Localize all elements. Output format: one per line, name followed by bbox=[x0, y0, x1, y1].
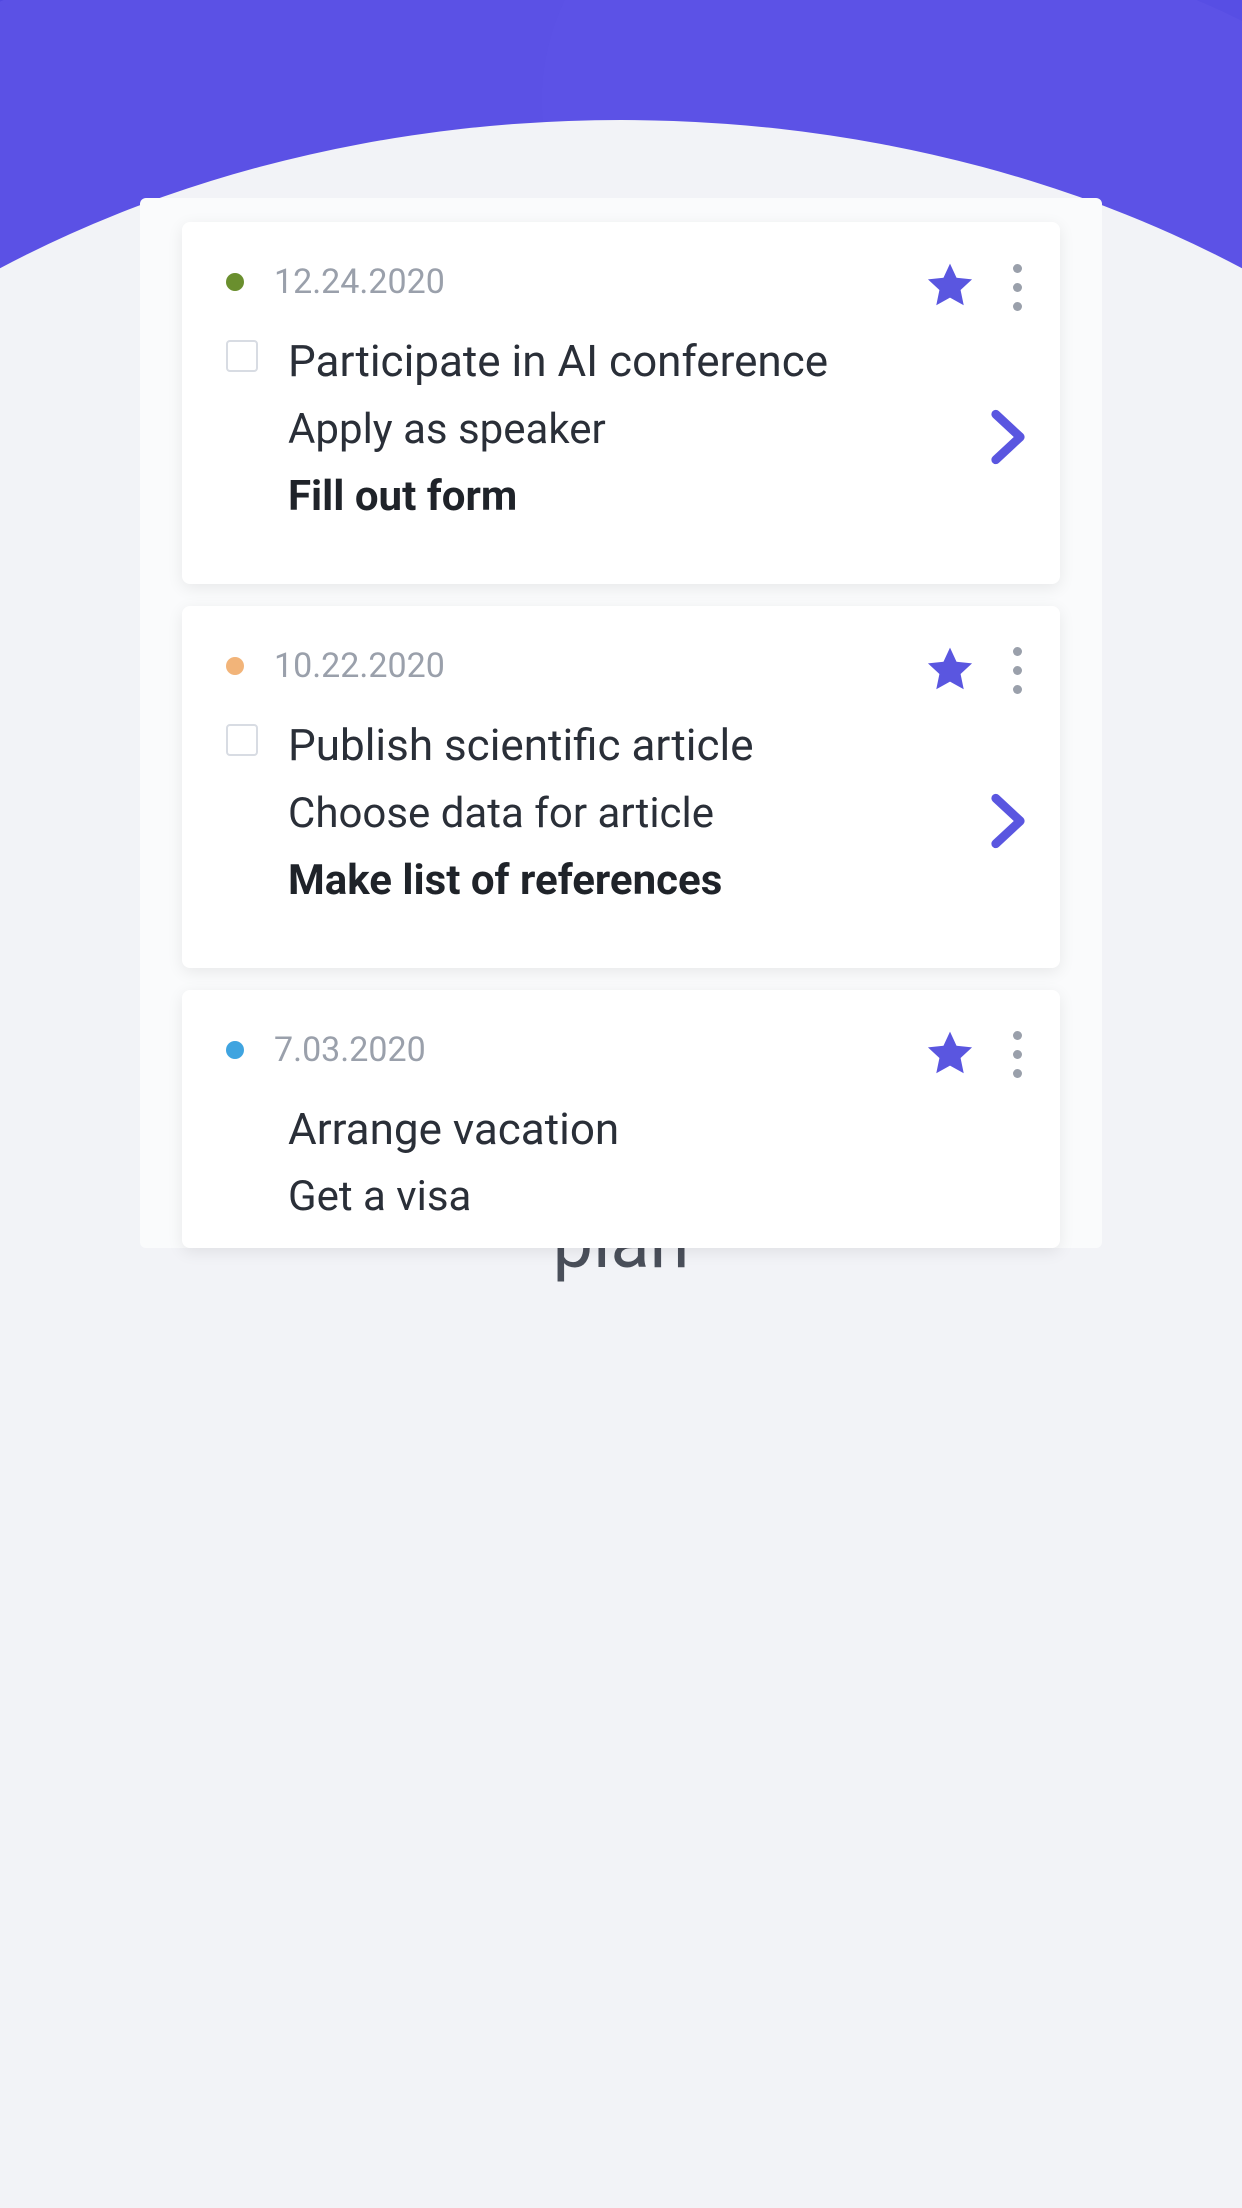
card-date: 10.22.2020 bbox=[274, 646, 445, 686]
task-title: Publish scientific article bbox=[288, 714, 1016, 778]
task-card[interactable]: 7.03.2020 Arrange vacation Get a visa bbox=[182, 990, 1060, 1249]
card-actions bbox=[923, 1026, 1030, 1084]
card-actions bbox=[923, 258, 1030, 316]
card-header: 10.22.2020 bbox=[226, 646, 1016, 686]
task-action: Fill out form bbox=[288, 465, 1016, 528]
task-card-list: 12.24.2020 Participate in AI conference … bbox=[140, 198, 1102, 1248]
more-vertical-icon[interactable] bbox=[1005, 1031, 1030, 1078]
task-action: Make list of references bbox=[288, 849, 1016, 912]
task-row: Arrange vacation Get a visa bbox=[226, 1098, 1016, 1229]
star-icon[interactable] bbox=[923, 258, 977, 316]
task-row: Participate in AI conference Apply as sp… bbox=[226, 330, 1016, 528]
task-subtitle: Choose data for article bbox=[288, 782, 1016, 845]
task-title: Arrange vacation bbox=[288, 1098, 1016, 1162]
task-card[interactable]: 12.24.2020 Participate in AI conference … bbox=[182, 222, 1060, 584]
task-subtitle: Get a visa bbox=[288, 1165, 1016, 1228]
task-checkbox[interactable] bbox=[226, 724, 258, 756]
card-date: 12.24.2020 bbox=[274, 262, 445, 302]
task-checkbox[interactable] bbox=[226, 340, 258, 372]
star-icon[interactable] bbox=[923, 642, 977, 700]
task-lines: Publish scientific article Choose data f… bbox=[288, 714, 1016, 912]
card-header: 7.03.2020 bbox=[226, 1030, 1016, 1070]
task-subtitle: Apply as speaker bbox=[288, 398, 1016, 461]
task-lines: Participate in AI conference Apply as sp… bbox=[288, 330, 1016, 528]
more-vertical-icon[interactable] bbox=[1005, 647, 1030, 694]
card-date: 7.03.2020 bbox=[274, 1030, 426, 1070]
project-color-dot bbox=[226, 657, 244, 675]
star-icon[interactable] bbox=[923, 1026, 977, 1084]
task-row: Publish scientific article Choose data f… bbox=[226, 714, 1016, 912]
task-title: Participate in AI conference bbox=[288, 330, 1016, 394]
chevron-right-icon[interactable] bbox=[990, 409, 1026, 469]
more-vertical-icon[interactable] bbox=[1005, 264, 1030, 311]
task-card[interactable]: 10.22.2020 Publish scientific article Ch… bbox=[182, 606, 1060, 968]
card-header: 12.24.2020 bbox=[226, 262, 1016, 302]
card-actions bbox=[923, 642, 1030, 700]
project-color-dot bbox=[226, 1041, 244, 1059]
task-lines: Arrange vacation Get a visa bbox=[288, 1098, 1016, 1229]
project-color-dot bbox=[226, 273, 244, 291]
chevron-right-icon[interactable] bbox=[990, 793, 1026, 853]
